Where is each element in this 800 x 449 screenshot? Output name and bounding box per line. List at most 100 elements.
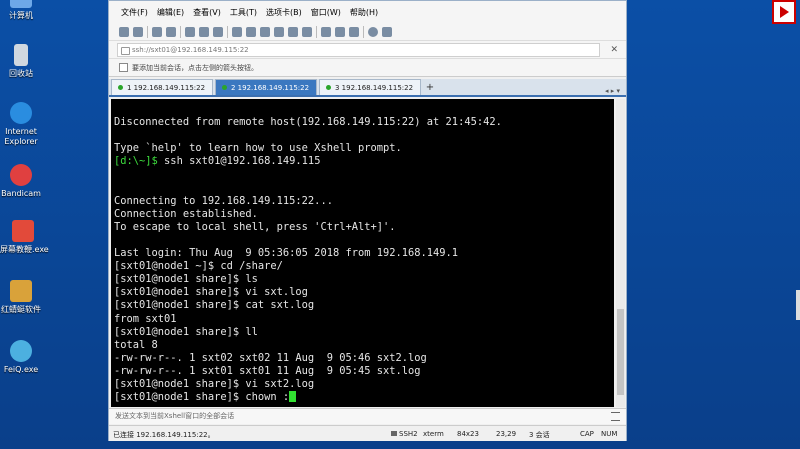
desktop-icon-red-dragonfly[interactable]: 红蜻蜓软件 [0,280,42,315]
feiq-icon [10,340,32,362]
terminal-line: -rw-rw-r--. 1 sxt01 sxt01 11 Aug 9 05:45… [114,364,421,377]
toolbar-separator [363,25,364,38]
transfer-icon[interactable] [246,26,256,37]
chat-icon[interactable] [382,26,392,37]
status-bar: 已连接 192.168.149.115:22。 SSH2 xterm 84x23… [109,425,626,441]
lock-icon [391,431,397,436]
terminal-line: -rw-rw-r--. 1 sxt02 sxt02 11 Aug 9 05:46… [114,351,427,364]
terminal-line: from sxt01 [114,312,177,325]
menu-icon[interactable] [611,412,620,421]
desktop-icon-computer[interactable]: 计算机 [0,0,42,21]
send-text-bar[interactable]: 发送文本到当前Xshell窗口的全部会话 [109,408,626,424]
status-num: NUM [601,430,618,438]
status-size: 84x23 [457,430,479,438]
desktop-icon-label: 屏幕教鞭.exe [0,245,49,254]
desktop-edge-marker [796,290,800,320]
tab-session-1[interactable]: 1 192.168.149.115:22 [111,79,213,95]
desktop-icon-recycle-bin[interactable]: 回收站 [0,44,42,79]
reconnect-icon[interactable] [152,26,162,37]
copy-icon[interactable] [185,26,195,37]
send-text-placeholder: 发送文本到当前Xshell窗口的全部会话 [115,412,235,420]
status-sessions: 3 会话 [529,431,550,439]
toolbar-separator [180,25,181,38]
terminal-line: total 8 [114,338,158,351]
desktop-icon-screen-pointer[interactable]: 屏幕教鞭.exe [0,220,49,255]
add-tab-button[interactable]: + [423,81,437,95]
terminal-line: To escape to local shell, press 'Ctrl+Al… [114,220,396,233]
desktop-icon-feiq[interactable]: FeiQ.exe [0,340,42,375]
menu-window[interactable]: 窗口(W) [311,7,341,18]
menu-tools[interactable]: 工具(T) [230,7,257,18]
desktop-icon-bandicam[interactable]: Bandicam [0,164,42,199]
scrollbar-thumb[interactable] [617,309,624,395]
terminal-line: Type `help' to learn how to use Xshell p… [114,142,402,155]
terminal-line: [sxt01@node1 share]$ vi sxt.log [114,286,308,299]
desktop-icon-internet-explorer[interactable]: Internet Explorer [0,102,42,147]
menu-file[interactable]: 文件(F) [121,7,148,18]
menu-tabs[interactable]: 选项卡(B) [266,7,302,18]
toolbar-separator [316,25,317,38]
help-icon[interactable] [368,26,378,37]
bookmark-icon[interactable] [119,63,128,72]
screen-recorder-icon[interactable] [772,0,796,24]
tab-label: 3 192.168.149.115:22 [335,83,414,92]
desktop-icon-label: FeiQ.exe [3,365,39,374]
address-bar: ssh://sxt01@192.168.149.115:22 ✕ [109,41,626,59]
find-icon[interactable] [213,26,223,37]
session-hint-bar: 要添加当前会话，点击左侧的箭头按钮。 [109,59,626,77]
tab-label: 2 192.168.149.115:22 [231,83,310,92]
status-caps: CAP [580,430,594,438]
terminal-line: [sxt01@node1 share]$ vi sxt2.log [114,377,315,390]
terminal-output[interactable]: Disconnected from remote host(192.168.14… [111,99,614,407]
terminal-scrollbar[interactable] [616,99,625,407]
print-icon[interactable] [232,26,242,37]
tab-session-2[interactable]: 2 192.168.149.115:22 [215,79,317,95]
connected-dot-icon [118,85,123,90]
address-input[interactable]: ssh://sxt01@192.168.149.115:22 [117,42,601,57]
internet-explorer-icon [10,102,32,124]
paste-icon[interactable] [199,26,209,37]
bandicam-icon [10,164,32,186]
terminal-line: [sxt01@node1 share]$ chown : [114,391,614,404]
status-protocol: SSH2 [391,430,418,438]
lock-icon[interactable] [349,26,359,37]
menu-help[interactable]: 帮助(H) [350,7,378,18]
toolbar-separator [147,25,148,38]
connected-dot-icon [326,85,331,90]
terminal-line: Connection established. [114,207,258,220]
menu-bar: 文件(F) 编辑(E) 查看(V) 工具(T) 选项卡(B) 窗口(W) 帮助(… [109,1,626,23]
terminal-line: [sxt01@node1 share]$ ll [114,325,258,338]
desktop-icon-label: 回收站 [9,69,33,78]
close-icon[interactable]: ✕ [610,45,618,55]
desktop-icon-label: 计算机 [9,11,33,20]
fullscreen-icon[interactable] [335,26,345,37]
terminal-line: Last login: Thu Aug 9 05:36:05 2018 from… [114,247,459,260]
status-connection: 已连接 192.168.149.115:22。 [113,431,215,439]
font-icon[interactable] [274,26,284,37]
terminal-line: Disconnected from remote host(192.168.14… [114,116,502,129]
tab-session-3[interactable]: 3 192.168.149.115:22 [319,79,421,95]
desktop-icon-label: Bandicam [1,189,41,198]
keyboard-icon[interactable] [321,26,331,37]
terminal-line: Connecting to 192.168.149.115:22... [114,194,333,207]
open-folder-icon[interactable] [133,26,143,37]
tab-scroll-arrows-icon[interactable]: ◂ ▸ ▾ [605,87,620,95]
color-scheme-icon[interactable] [260,26,270,37]
new-session-icon[interactable] [119,26,129,37]
xftp-icon[interactable] [288,26,298,37]
menu-view[interactable]: 查看(V) [193,7,221,18]
disconnect-icon[interactable] [166,26,176,37]
status-terminal-type: xterm [423,430,444,438]
menu-edit[interactable]: 编辑(E) [157,7,184,18]
status-cursor-position: 23,29 [496,430,517,438]
terminal-line: [d:\~]$ ssh sxt01@192.168.149.115 [114,155,321,168]
screen-pointer-icon [12,220,34,242]
script-icon[interactable] [302,26,312,37]
red-dragonfly-icon [10,280,32,302]
desktop-icon-label: 红蜻蜓软件 [1,305,41,314]
hint-text: 要添加当前会话，点击左侧的箭头按钮。 [132,63,258,72]
xshell-window: 文件(F) 编辑(E) 查看(V) 工具(T) 选项卡(B) 窗口(W) 帮助(… [108,0,627,441]
